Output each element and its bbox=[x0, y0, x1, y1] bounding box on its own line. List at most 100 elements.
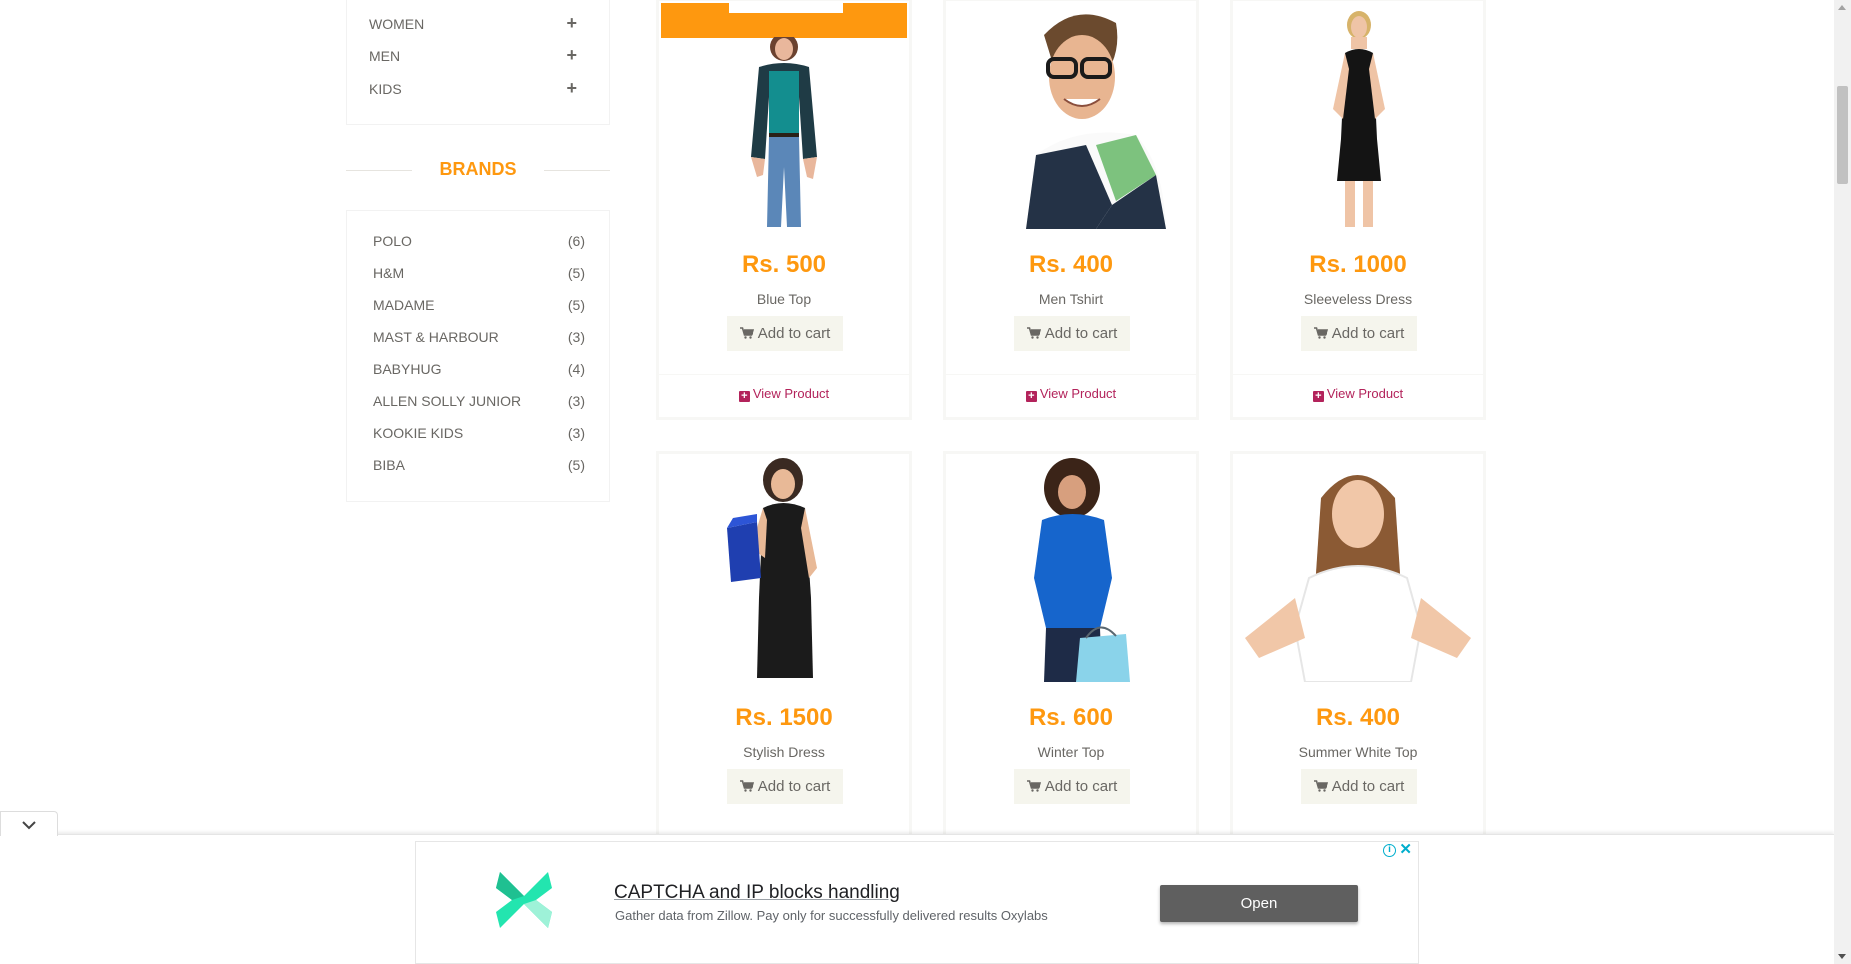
brand-count: (5) bbox=[567, 297, 585, 313]
product-price: Rs. 500 bbox=[741, 251, 827, 278]
product-card: Rs. 500 Blue Top Add to cart + View Produ… bbox=[656, 0, 912, 420]
card-footer: + View Product bbox=[946, 374, 1196, 414]
view-product-link[interactable]: + View Product bbox=[946, 386, 1196, 402]
brand-count: (3) bbox=[567, 329, 585, 345]
close-icon[interactable]: ✕ bbox=[1399, 842, 1412, 857]
product-photo bbox=[727, 458, 817, 678]
cart-icon bbox=[739, 317, 754, 352]
brand-item-polo[interactable]: POLO (6) bbox=[373, 233, 585, 253]
cart-icon bbox=[1313, 770, 1328, 805]
view-product-label: View Product bbox=[752, 386, 830, 401]
category-label: KIDS bbox=[369, 81, 402, 97]
plus-icon[interactable]: + bbox=[566, 13, 577, 34]
view-product-link[interactable]: + View Product bbox=[659, 386, 909, 402]
sale-banner bbox=[661, 3, 907, 38]
product-card: Rs. 400 Men Tshirt Add to cart + View Pro… bbox=[943, 0, 1199, 420]
brand-item-hm[interactable]: H&M (5) bbox=[373, 265, 585, 285]
plus-square-icon: + bbox=[1025, 391, 1037, 402]
category-kids[interactable]: KIDS + bbox=[369, 78, 589, 101]
brand-count: (6) bbox=[567, 233, 585, 249]
brand-item-babyhug[interactable]: BABYHUG (4) bbox=[373, 361, 585, 381]
add-to-cart-button[interactable]: Add to cart bbox=[1301, 769, 1417, 804]
divider bbox=[544, 170, 610, 171]
plus-icon[interactable]: + bbox=[566, 78, 577, 99]
ad-open-button[interactable]: Open bbox=[1160, 885, 1358, 922]
product-image[interactable] bbox=[1235, 456, 1481, 682]
plus-icon[interactable]: + bbox=[566, 45, 577, 66]
product-image[interactable] bbox=[1235, 3, 1481, 229]
product-photo bbox=[1245, 475, 1471, 682]
ad-banner[interactable]: CAPTCHA and IP blocks handling Gather da… bbox=[415, 841, 1419, 964]
category-men[interactable]: MEN + bbox=[369, 45, 589, 68]
brands-heading: BRANDS bbox=[346, 156, 610, 182]
product-image[interactable] bbox=[661, 456, 907, 682]
plus-square-icon: + bbox=[1312, 391, 1324, 402]
brand-item-biba[interactable]: BIBA (5) bbox=[373, 457, 585, 477]
view-product-link[interactable]: + View Product bbox=[1233, 386, 1483, 402]
brand-item-madame[interactable]: MADAME (5) bbox=[373, 297, 585, 317]
product-price: Rs. 1500 bbox=[735, 704, 833, 731]
add-to-cart-label: Add to cart bbox=[1044, 325, 1118, 342]
product-name: Winter Top bbox=[1037, 744, 1105, 760]
view-product-label: View Product bbox=[1326, 386, 1404, 401]
brand-count: (4) bbox=[567, 361, 585, 377]
brand-item-kookie-kids[interactable]: KOOKIE KIDS (3) bbox=[373, 425, 585, 445]
cart-icon bbox=[1026, 770, 1041, 805]
product-photo bbox=[1034, 458, 1130, 682]
brand-item-allen-solly-junior[interactable]: ALLEN SOLLY JUNIOR (3) bbox=[373, 393, 585, 413]
product-name: Blue Top bbox=[756, 291, 812, 307]
brand-count: (3) bbox=[567, 425, 585, 441]
product-image[interactable] bbox=[948, 456, 1194, 682]
add-to-cart-label: Add to cart bbox=[1044, 778, 1118, 795]
category-women[interactable]: WOMEN + bbox=[369, 13, 589, 36]
category-label: MEN bbox=[369, 48, 401, 64]
product-photo bbox=[1026, 14, 1166, 229]
scroll-down-icon[interactable] bbox=[1838, 954, 1846, 959]
brand-count: (5) bbox=[567, 457, 585, 473]
product-photo bbox=[751, 37, 817, 227]
product-price: Rs. 400 bbox=[1028, 251, 1114, 278]
cart-icon bbox=[739, 770, 754, 805]
scrollbar-thumb[interactable] bbox=[1837, 86, 1848, 184]
collapse-ad-button[interactable] bbox=[0, 811, 58, 836]
brand-count: (5) bbox=[567, 265, 585, 281]
brand-name: MAST & HARBOUR bbox=[373, 329, 499, 345]
oxylabs-logo-icon bbox=[496, 872, 552, 928]
page: WOMEN + MEN + KIDS + BRANDS POLO (6) H&M… bbox=[0, 0, 1851, 964]
brands-panel: POLO (6) H&M (5) MADAME (5) MAST & HARBO… bbox=[346, 210, 610, 502]
brand-item-mast-harbour[interactable]: MAST & HARBOUR (3) bbox=[373, 329, 585, 349]
category-panel: WOMEN + MEN + KIDS + bbox=[346, 0, 610, 125]
vertical-scrollbar[interactable] bbox=[1834, 0, 1851, 964]
add-to-cart-label: Add to cart bbox=[757, 778, 831, 795]
chevron-down-icon bbox=[22, 821, 36, 830]
add-to-cart-label: Add to cart bbox=[1331, 325, 1405, 342]
product-card: Rs. 600 Winter Top Add to cart bbox=[943, 451, 1199, 851]
product-name: Sleeveless Dress bbox=[1303, 291, 1413, 307]
brand-name: POLO bbox=[373, 233, 412, 249]
product-price: Rs. 1000 bbox=[1309, 251, 1407, 278]
product-card: Rs. 1500 Stylish Dress Add to cart bbox=[656, 451, 912, 851]
category-label: WOMEN bbox=[369, 16, 425, 32]
product-image[interactable] bbox=[661, 3, 907, 229]
plus-square-icon: + bbox=[738, 391, 750, 402]
info-icon[interactable]: i bbox=[1383, 844, 1396, 857]
ad-headline[interactable]: CAPTCHA and IP blocks handling bbox=[614, 882, 900, 904]
product-image[interactable] bbox=[948, 3, 1194, 229]
cart-icon bbox=[1026, 317, 1041, 352]
add-to-cart-button[interactable]: Add to cart bbox=[727, 769, 843, 804]
add-to-cart-button[interactable]: Add to cart bbox=[1301, 316, 1417, 351]
add-to-cart-button[interactable]: Add to cart bbox=[1014, 769, 1130, 804]
view-product-label: View Product bbox=[1039, 386, 1117, 401]
add-to-cart-button[interactable]: Add to cart bbox=[1014, 316, 1130, 351]
product-price: Rs. 400 bbox=[1315, 704, 1401, 731]
scroll-up-icon[interactable] bbox=[1838, 5, 1846, 10]
brand-name: BABYHUG bbox=[373, 361, 442, 377]
brand-name: ALLEN SOLLY JUNIOR bbox=[373, 393, 522, 409]
add-to-cart-label: Add to cart bbox=[1331, 778, 1405, 795]
product-card: Rs. 1000 Sleeveless Dress Add to cart + V… bbox=[1230, 0, 1486, 420]
add-to-cart-label: Add to cart bbox=[757, 325, 831, 342]
card-footer: + View Product bbox=[659, 374, 909, 414]
ad-description: Gather data from Zillow. Pay only for su… bbox=[615, 908, 1048, 923]
product-name: Stylish Dress bbox=[743, 744, 825, 760]
add-to-cart-button[interactable]: Add to cart bbox=[727, 316, 843, 351]
